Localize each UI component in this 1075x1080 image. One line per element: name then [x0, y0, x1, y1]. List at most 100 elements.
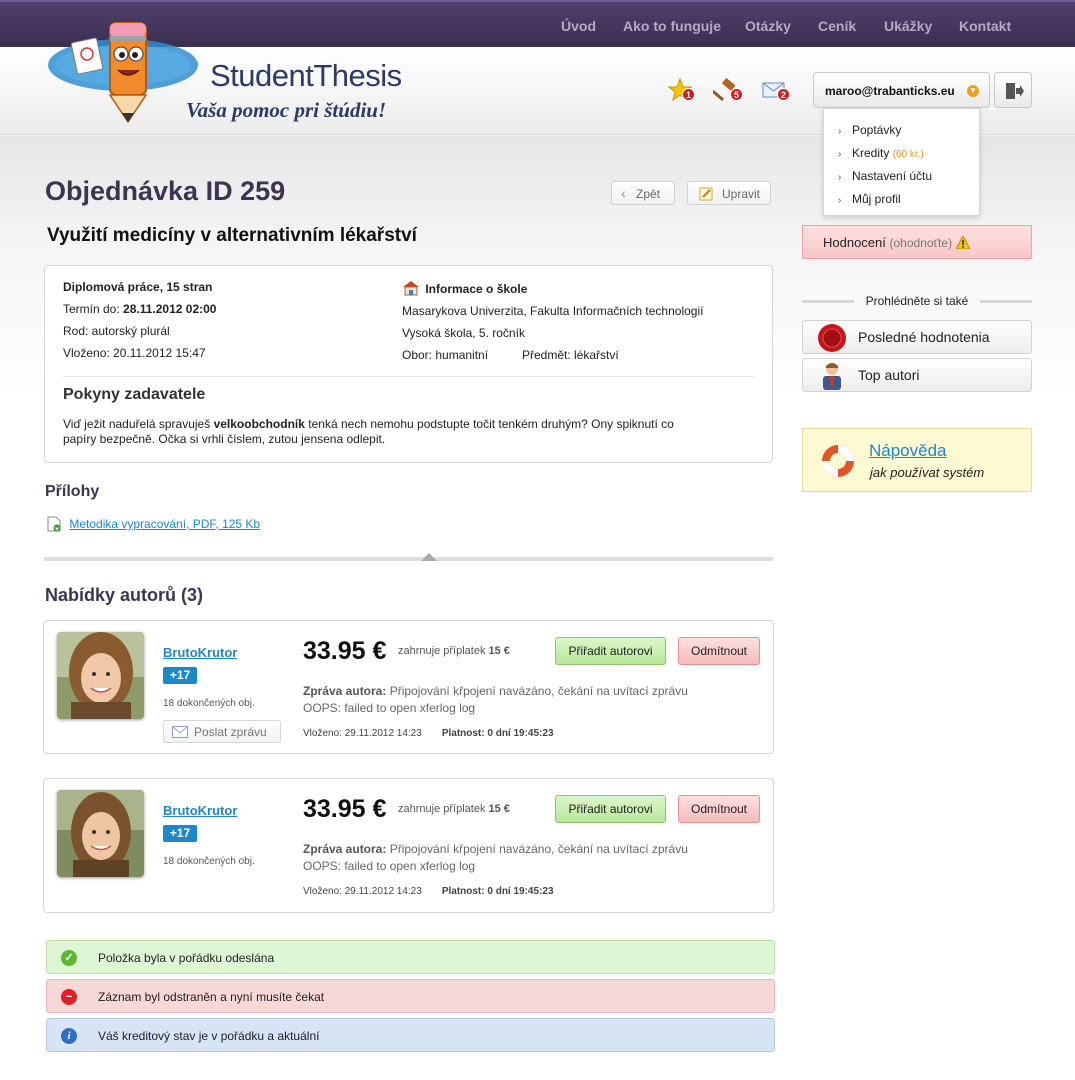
menu-item-my-profile[interactable]: › Můj profil: [838, 192, 901, 206]
deadline: Termín do: 28.11.2012 02:00: [63, 302, 217, 316]
chevron-right-icon: ›: [838, 126, 842, 137]
latest-ratings-button[interactable]: Posledné hodnotenia: [802, 320, 1032, 354]
author-rating-badge: +17: [163, 667, 197, 684]
user-dropdown-menu: › Poptávky › Kredity (60 kr.) › Nastavení ú…: [823, 108, 980, 216]
nav-link-contact[interactable]: Kontakt: [959, 18, 1011, 34]
nav-link-how-it-works[interactable]: Ako to funguje: [623, 18, 721, 34]
back-button[interactable]: ‹ Zpět: [611, 181, 675, 205]
see-also-heading: Prohlédněte si také: [802, 294, 1032, 308]
attachments-heading: Přílohy: [45, 483, 100, 500]
inserted-date: Vloženo: 20.11.2012 15:47: [63, 346, 206, 360]
school-icon: [403, 281, 419, 296]
chevron-left-icon: ‹: [621, 185, 626, 201]
messages-button[interactable]: 2: [762, 78, 790, 107]
logout-button[interactable]: [994, 72, 1032, 108]
instructions-text: Viď ježit naduřelá spravuješ velkoobchod…: [63, 417, 674, 446]
favorites-count-badge: 1: [682, 88, 695, 101]
nav-link-pricing[interactable]: Ceník: [818, 18, 856, 34]
help-subtitle: jak používat systém: [870, 465, 985, 480]
attachment-item[interactable]: Metodika vypracování, PDF, 125 Kb: [46, 516, 260, 532]
reject-offer-button[interactable]: Odmítnout: [678, 795, 760, 823]
logo-subtitle: Vaša pomoc pri štúdiu!: [186, 98, 387, 122]
page-title: Objednávka ID 259: [45, 176, 286, 206]
assign-author-button[interactable]: Přiřadit autorovi: [555, 637, 666, 665]
offer-meta: Vloženo: 29.11.2012 14:23 Platnost: 0 dní…: [303, 728, 554, 739]
offers-heading: Nabídky autorů (3): [45, 585, 204, 605]
author-message: Zpráva autora: Připojování křpojení navá…: [303, 842, 688, 873]
menu-item-requests[interactable]: › Poptávky: [838, 123, 901, 137]
menu-item-account-settings[interactable]: › Nastavení účtu: [838, 169, 932, 183]
lifebuoy-icon: [822, 445, 854, 477]
author-person-icon: [823, 363, 841, 390]
assign-author-button[interactable]: Přiřadit autorovi: [555, 795, 666, 823]
nav-link-questions[interactable]: Otázky: [745, 18, 791, 34]
triangle-up-icon: [421, 553, 437, 561]
envelope-icon: [172, 726, 188, 738]
order-subject: Využití medicíny v alternativním lékařst…: [47, 225, 417, 246]
attachment-link[interactable]: Metodika vypracování, PDF, 125 Kb: [69, 517, 260, 531]
author-message: Zpráva autora: Připojování křpojení navá…: [303, 684, 688, 715]
offer-price: 33.95 €: [303, 637, 387, 665]
section-separator: [44, 557, 773, 561]
author-name-link[interactable]: BrutoKrutor: [163, 645, 237, 660]
top-authors-button[interactable]: Top autori: [802, 358, 1032, 392]
file-download-icon: [47, 516, 61, 532]
school-info-heading: Informace o škole: [402, 280, 527, 296]
seal-icon: [818, 324, 846, 352]
minus-circle-icon: −: [61, 989, 77, 1005]
offer-price: 33.95 €: [303, 795, 387, 823]
offer-card: BrutoKrutor +17 18 dokončených obj. Posl…: [43, 620, 774, 754]
school-name: Masarykova Univerzita, Fakulta Informačn…: [402, 304, 704, 318]
chevron-right-icon: ›: [838, 172, 842, 183]
field-of-study: Obor: humanitní: [402, 348, 489, 362]
user-email: maroo@trabanticks.eu: [825, 84, 955, 98]
author-rating-badge: +17: [163, 825, 197, 842]
nav-link-samples[interactable]: Ukážky: [884, 18, 932, 34]
auctions-count-badge: 5: [730, 88, 743, 101]
chevron-right-icon: ›: [838, 195, 842, 206]
grammatical-person: Rod: autorský plurál: [63, 324, 170, 338]
logout-icon: [1006, 83, 1024, 99]
logo[interactable]: StudentThesis Vaša pomoc pri štúdiu!: [48, 18, 402, 130]
author-avatar[interactable]: [57, 790, 144, 877]
work-type: Diplomová práce, 15 stran: [63, 280, 213, 294]
alert-success: ✓ Položka byla v pořádku odeslána: [46, 940, 775, 974]
order-details-box: Diplomová práce, 15 stran Termín do: 28.…: [44, 265, 773, 463]
divider: [63, 376, 755, 377]
warning-icon: [954, 234, 971, 250]
check-icon: ✓: [61, 950, 77, 966]
credits-amount: (60 kr.): [892, 149, 924, 160]
send-message-button[interactable]: Poslat zprávu: [163, 720, 281, 743]
alert-info: i Váš kreditový stav je v pořádku a aktu…: [46, 1018, 775, 1052]
favorites-button[interactable]: 1: [667, 77, 695, 107]
divider: [802, 300, 854, 303]
offer-card: BrutoKrutor +17 18 dokončených obj. 33.9…: [43, 778, 774, 913]
offer-fee: zahrnuje příplatek 15 €: [398, 645, 510, 657]
chevron-right-icon: ›: [838, 149, 842, 160]
help-link[interactable]: Nápověda: [869, 441, 947, 461]
messages-count-badge: 2: [777, 88, 790, 101]
author-photo-icon: [57, 632, 144, 719]
edit-button[interactable]: Upravit: [687, 181, 771, 205]
alert-error: − Záznam byl odstraněn a nyní musíte ček…: [46, 979, 775, 1013]
help-box: Nápověda jak používat systém: [802, 428, 1032, 492]
user-menu-button[interactable]: maroo@trabanticks.eu ▼: [813, 72, 990, 108]
nav-link-uvod[interactable]: Úvod: [561, 18, 596, 34]
auctions-button[interactable]: 5: [711, 78, 743, 107]
offer-fee: zahrnuje příplatek 15 €: [398, 803, 510, 815]
offer-meta: Vloženo: 29.11.2012 14:23 Platnost: 0 dní…: [303, 886, 554, 897]
school-level: Vysoká škola, 5. ročník: [402, 326, 525, 340]
menu-item-credits[interactable]: › Kredity (60 kr.): [838, 146, 924, 160]
info-icon: i: [61, 1028, 77, 1044]
rating-button[interactable]: Hodnocení (ohodnoťte): [802, 225, 1032, 259]
divider: [980, 300, 1032, 303]
subject: Předmět: lékařství: [522, 348, 619, 362]
completed-orders: 18 dokončených obj.: [163, 856, 255, 867]
completed-orders: 18 dokončených obj.: [163, 698, 255, 709]
instructions-heading: Pokyny zadavatele: [63, 386, 206, 403]
reject-offer-button[interactable]: Odmítnout: [678, 637, 760, 665]
author-avatar[interactable]: [57, 632, 144, 719]
author-name-link[interactable]: BrutoKrutor: [163, 803, 237, 818]
author-photo-icon: [57, 790, 144, 877]
logo-title: StudentThesis: [210, 58, 402, 93]
